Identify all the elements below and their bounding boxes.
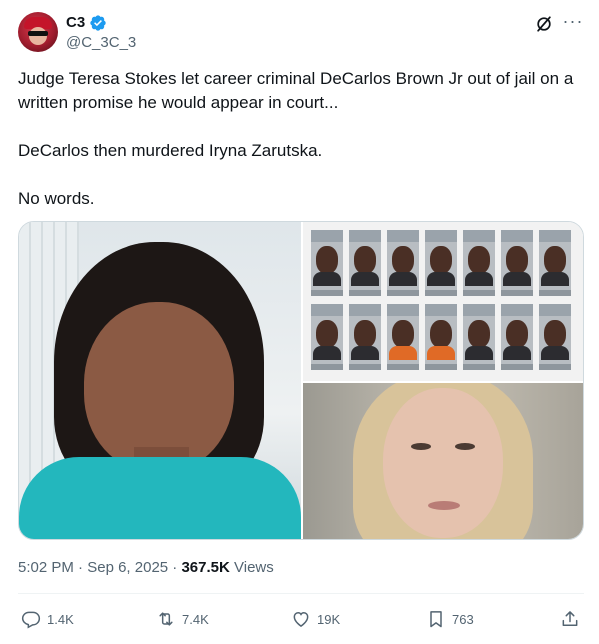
- reply-button[interactable]: 1.4K: [21, 608, 74, 630]
- tweet-paragraph: Judge Teresa Stokes let career criminal …: [18, 69, 574, 112]
- photo-mugshot-collage[interactable]: [303, 222, 583, 381]
- photo-young-woman-portrait[interactable]: [303, 383, 583, 539]
- repost-button[interactable]: 7.4K: [156, 608, 209, 630]
- tweet-time[interactable]: 5:02 PM: [18, 559, 74, 576]
- mugshot: [349, 230, 381, 296]
- mugshot: [501, 304, 533, 370]
- like-count: 19K: [317, 611, 341, 627]
- mugshot: [425, 304, 457, 370]
- like-button[interactable]: 19K: [291, 608, 340, 630]
- tweet-metadata: 5:02 PM · Sep 6, 2025 · 367.5K Views: [18, 559, 274, 576]
- mugshot: [463, 304, 495, 370]
- author-handle[interactable]: @C_3C_3: [66, 33, 136, 53]
- more-icon[interactable]: ···: [562, 12, 584, 34]
- like-icon: [293, 611, 309, 627]
- tweet-paragraph: DeCarlos then murdered Iryna Zarutska.: [18, 141, 323, 160]
- mugshot: [425, 230, 457, 296]
- author-display-name[interactable]: C3: [66, 13, 85, 33]
- action-bar: 1.4K 7.4K 19K 763: [18, 606, 584, 634]
- tweet-header: C3 @C_3C_3 ···: [18, 12, 584, 56]
- mugshot: [311, 304, 343, 370]
- reply-icon: [21, 611, 41, 629]
- author-name-row: C3: [66, 13, 107, 33]
- tweet-paragraph: No words.: [18, 189, 95, 208]
- meta-separator: ·: [73, 559, 88, 576]
- tweet-text: Judge Teresa Stokes let career criminal …: [18, 67, 584, 211]
- bookmark-count: 763: [452, 611, 474, 627]
- verified-badge-icon: [90, 15, 106, 31]
- share-icon: [562, 611, 578, 626]
- bookmark-icon: [430, 611, 442, 628]
- views-label: Views: [229, 559, 274, 576]
- tweet-date[interactable]: Sep 6, 2025: [87, 559, 168, 576]
- grok-icon[interactable]: [534, 14, 554, 34]
- mugshot: [539, 230, 571, 296]
- mugshot: [387, 304, 419, 370]
- share-button[interactable]: [560, 608, 580, 630]
- avatar[interactable]: [18, 12, 58, 52]
- repost-icon: [159, 612, 173, 626]
- mugshot: [463, 230, 495, 296]
- media-grid: [18, 221, 584, 540]
- mugshot: [311, 230, 343, 296]
- photo-woman-portrait[interactable]: [19, 222, 301, 539]
- mugshot: [349, 304, 381, 370]
- reply-count: 1.4K: [47, 611, 74, 627]
- bookmark-button[interactable]: 763: [426, 608, 474, 630]
- divider: [18, 593, 584, 594]
- mugshot: [501, 230, 533, 296]
- views-count: 367.5K: [181, 559, 230, 576]
- mugshot: [539, 304, 571, 370]
- repost-count: 7.4K: [182, 611, 209, 627]
- mugshot: [387, 230, 419, 296]
